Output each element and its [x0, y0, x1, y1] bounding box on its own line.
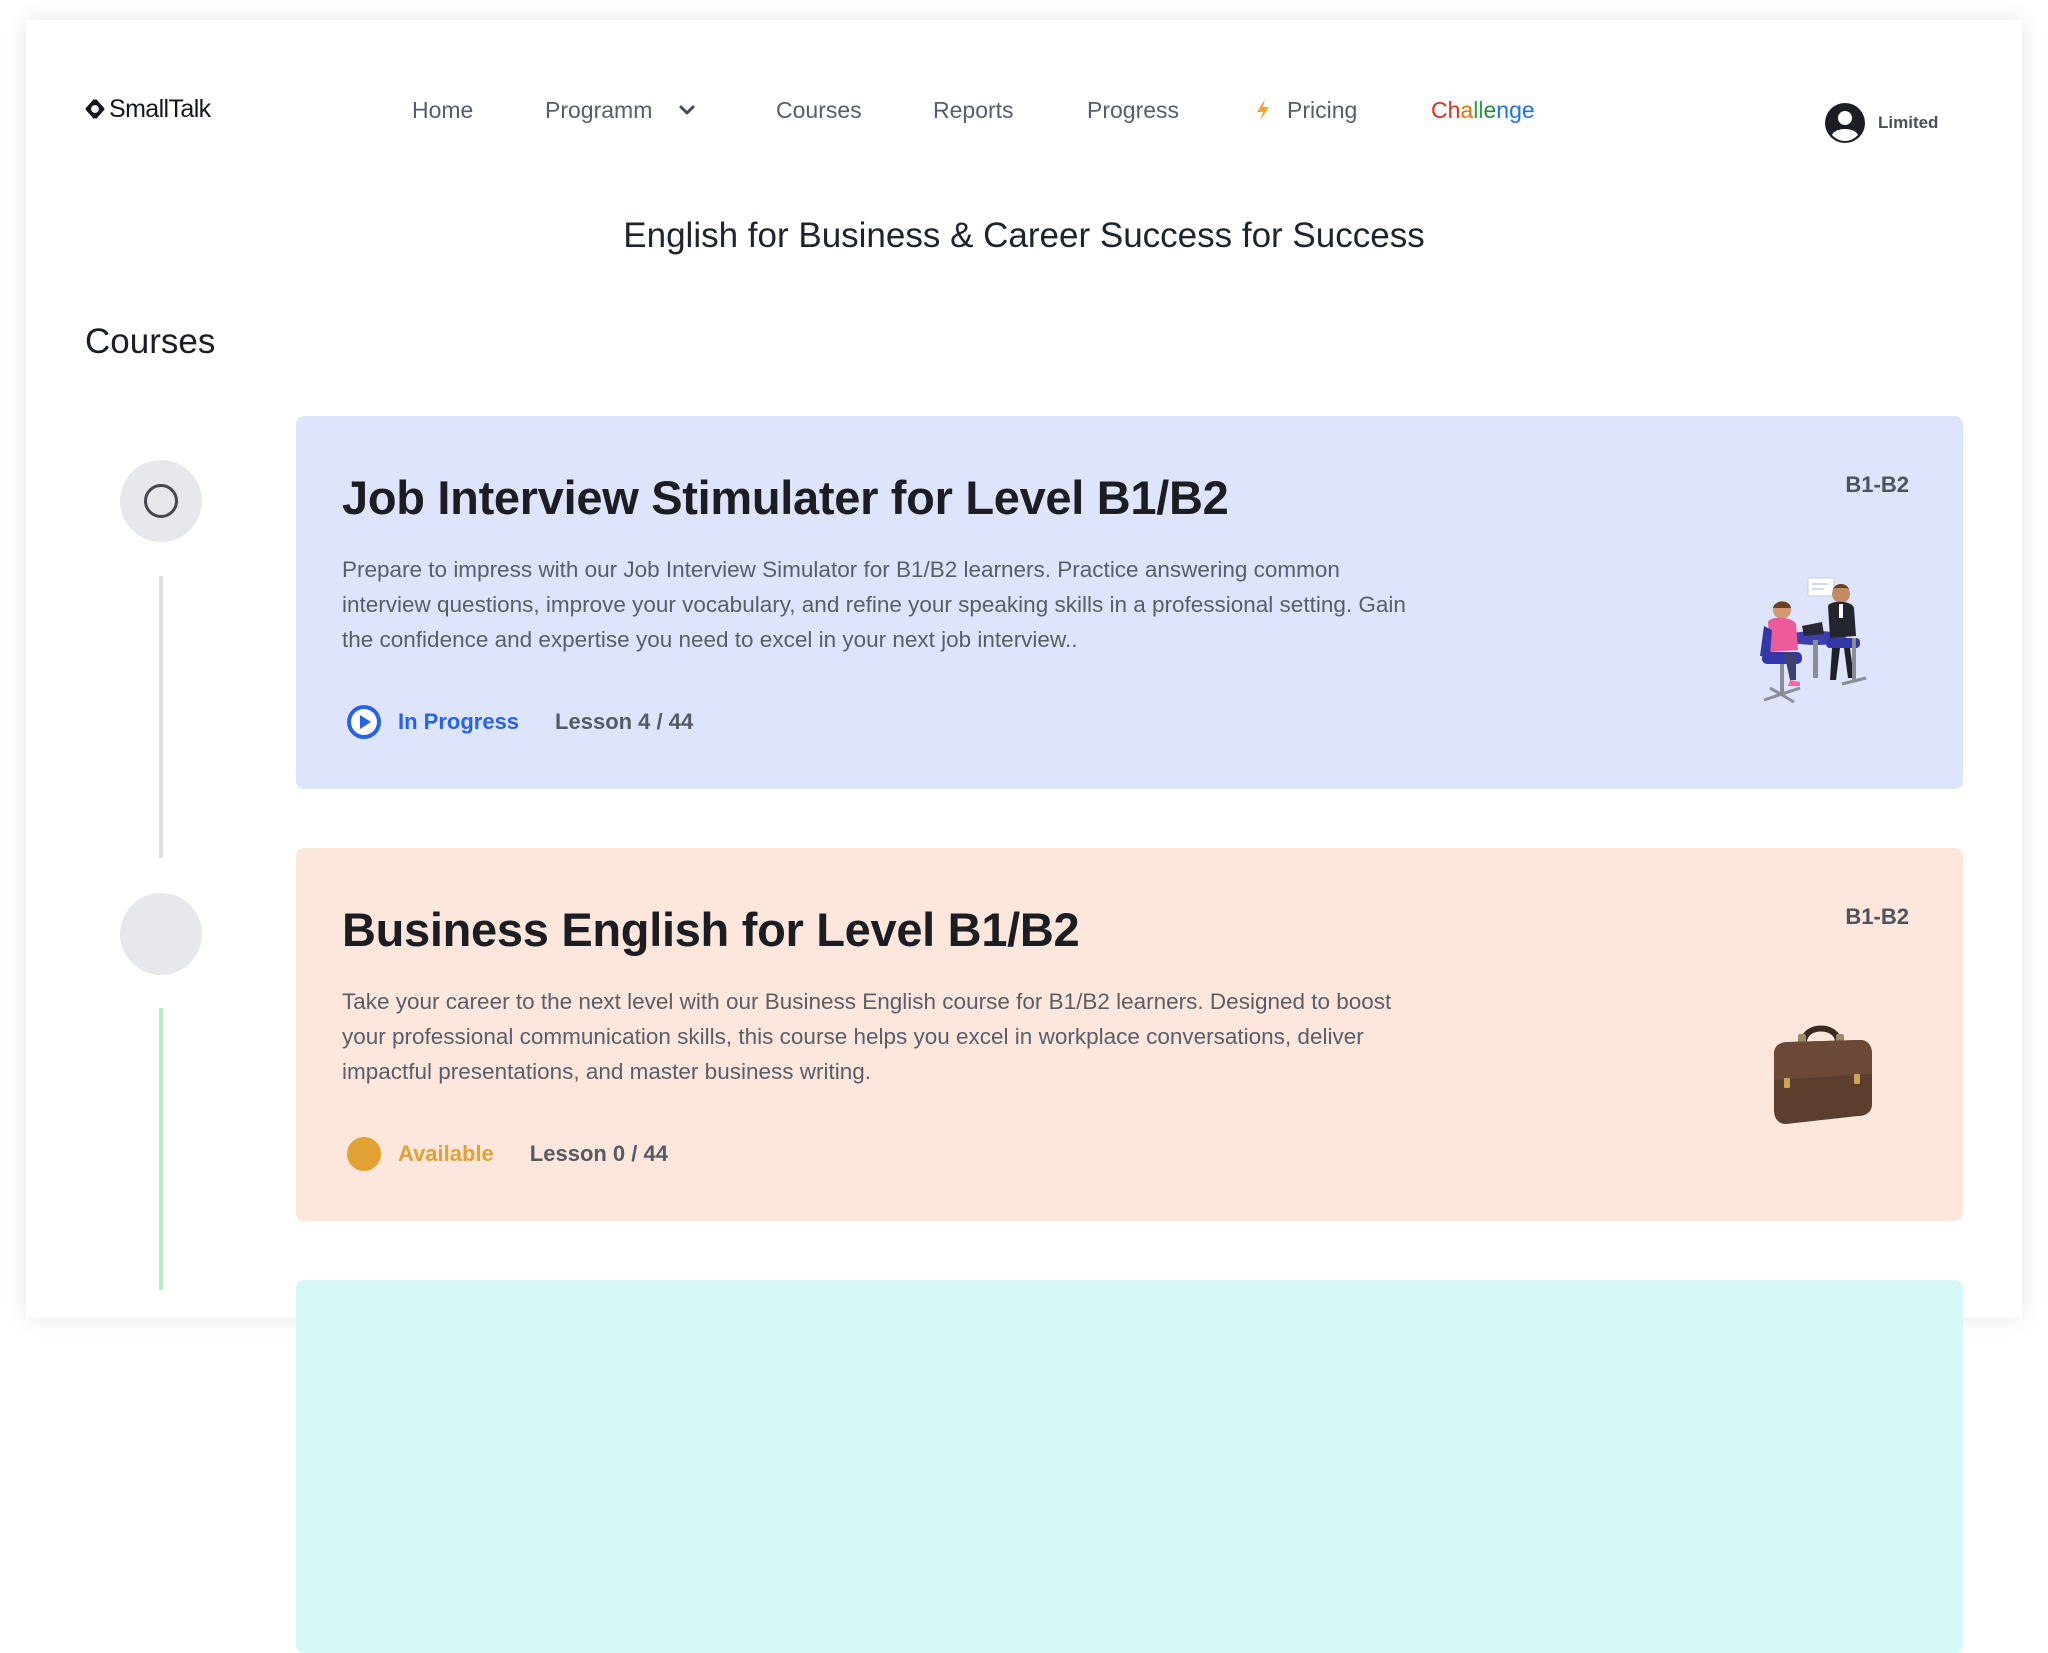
challenge-letter: C — [1431, 96, 1448, 123]
nav-programm[interactable]: Programm — [545, 90, 698, 130]
nav-courses-label: Courses — [776, 96, 862, 123]
challenge-letter: a — [1460, 96, 1474, 123]
status-label: Available — [398, 1141, 494, 1166]
nav-home-label: Home — [412, 96, 474, 123]
nav-challenge[interactable]: Challenge — [1431, 90, 1535, 130]
challenge-letter: e — [1521, 96, 1535, 123]
nav-pricing[interactable]: Pricing — [1255, 90, 1357, 130]
nav-courses[interactable]: Courses — [776, 90, 862, 130]
interview-illustration — [1760, 577, 1867, 704]
course-status: In Progress Lesson 4 / 44 — [346, 704, 693, 740]
timeline-step — [120, 893, 202, 975]
program-title: English for Business & Career Success fo… — [623, 216, 1425, 255]
course-card[interactable] — [296, 1280, 1963, 1653]
dot-circle-icon[interactable] — [346, 1136, 382, 1172]
course-title[interactable]: Business English for Level B1/B2 — [342, 902, 1080, 957]
course-description: Prepare to impress with our Job Intervie… — [342, 557, 1406, 652]
main-nav: Home Programm Courses Reports Progress P… — [0, 90, 2048, 130]
account-menu[interactable]: Limited — [1824, 102, 1938, 144]
timeline-track-complete — [159, 1008, 163, 1290]
nav-reports[interactable]: Reports — [933, 90, 1014, 130]
timeline-step-current — [120, 460, 202, 542]
step-ring-icon — [144, 484, 178, 518]
user-avatar-icon[interactable] — [1824, 102, 1866, 144]
nav-progress-label: Progress — [1087, 96, 1180, 123]
status-label: In Progress — [398, 709, 520, 734]
course-status: Available Lesson 0 / 44 — [346, 1136, 668, 1172]
nav-programm-label: Programm — [545, 96, 653, 123]
play-circle-icon[interactable] — [346, 704, 382, 740]
challenge-letter: h — [1447, 96, 1461, 123]
briefcase-illustration — [1774, 1025, 1872, 1124]
account-plan-label: Limited — [1878, 113, 1939, 132]
nav-home[interactable]: Home — [412, 90, 473, 130]
course-card[interactable]: Job Interview Stimulater for Level B1/B2… — [296, 416, 1963, 789]
course-description: Take your career to the next level with … — [342, 989, 1392, 1084]
chevron-down-icon[interactable] — [676, 99, 698, 121]
challenge-letter: n — [1496, 96, 1510, 123]
challenge-letter: e — [1483, 96, 1497, 123]
challenge-letter: g — [1509, 96, 1522, 123]
nav-progress[interactable]: Progress — [1087, 90, 1179, 130]
lesson-count: Lesson 4 / 44 — [555, 709, 694, 734]
lesson-count: Lesson 0 / 44 — [529, 1141, 668, 1166]
course-card[interactable]: Business English for Level B1/B2 B1-B2 T… — [296, 848, 1963, 1221]
lightning-bolt-icon — [1257, 99, 1269, 121]
nav-pricing-label: Pricing — [1287, 96, 1358, 123]
section-title-courses: Courses — [85, 322, 216, 361]
timeline-track — [159, 576, 163, 858]
course-title[interactable]: Job Interview Stimulater for Level B1/B2 — [342, 470, 1229, 525]
course-level-badge: B1-B2 — [1845, 472, 1909, 497]
course-level-badge: B1-B2 — [1845, 904, 1909, 929]
nav-reports-label: Reports — [933, 96, 1014, 123]
